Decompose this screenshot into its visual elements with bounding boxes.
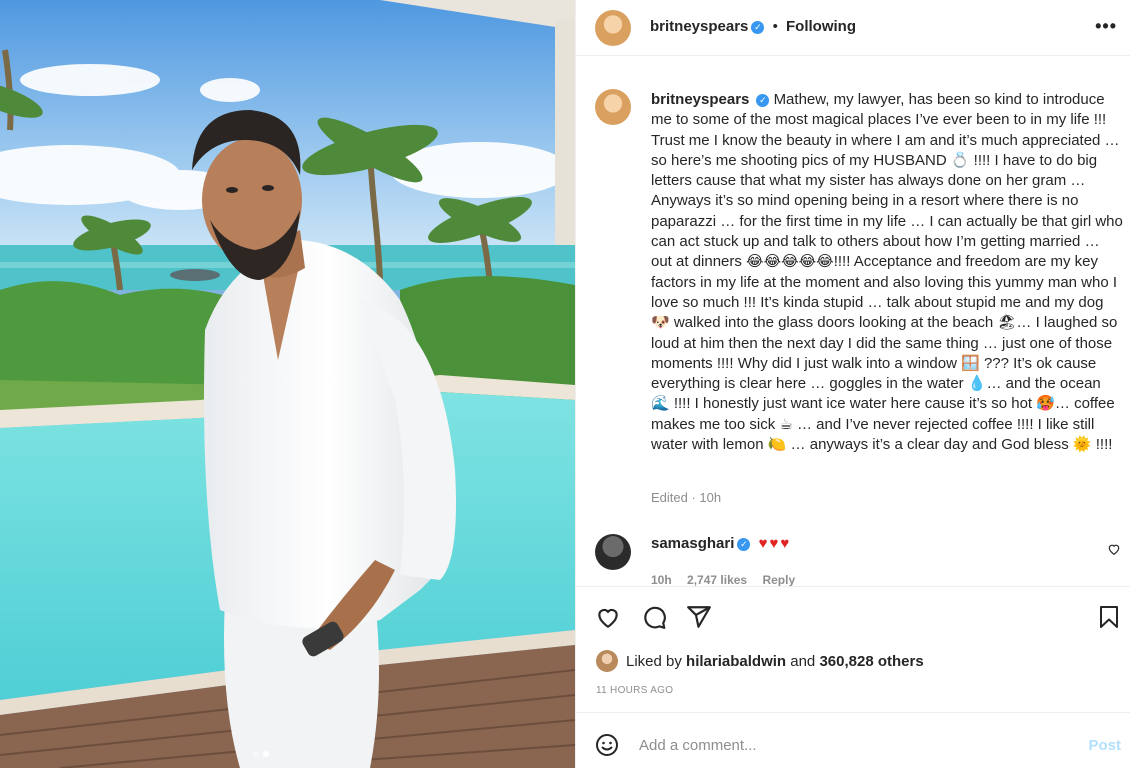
- post-photo[interactable]: [0, 0, 575, 768]
- share-icon[interactable]: [686, 604, 712, 630]
- photo-image: [0, 0, 575, 768]
- post-panel: britneyspears ✓ • Following ••• britneysp…: [575, 0, 1130, 768]
- reply-username[interactable]: samasghari: [651, 535, 734, 552]
- carousel-dot: [253, 751, 259, 757]
- bookmark-icon[interactable]: [1097, 604, 1121, 630]
- likes-summary: Liked by hilariabaldwin and 360,828 othe…: [596, 650, 924, 672]
- following-button[interactable]: Following: [786, 18, 856, 35]
- caption-text: Mathew, my lawyer, has been so kind to i…: [651, 91, 1128, 454]
- caption: britneyspears ✓ Mathew, my lawyer, has be…: [651, 90, 1123, 455]
- verified-icon: ✓: [756, 94, 770, 107]
- caption-avatar[interactable]: [595, 89, 631, 125]
- verified-icon: ✓: [737, 538, 751, 551]
- comment-input[interactable]: [639, 733, 1059, 757]
- carousel-indicator: [253, 751, 269, 757]
- comments-area[interactable]: britneyspears ✓ Mathew, my lawyer, has be…: [576, 57, 1130, 586]
- post-button[interactable]: Post: [1088, 737, 1121, 754]
- heart-icon[interactable]: [595, 604, 621, 630]
- carousel-dot-active: [263, 751, 269, 757]
- reply-text: ♥♥♥: [758, 535, 792, 552]
- reply-time: 10h: [651, 573, 672, 586]
- comment-like-heart-icon[interactable]: [1107, 542, 1121, 556]
- likes-prefix: Liked by: [626, 653, 682, 670]
- add-comment-bar: Post: [576, 712, 1130, 768]
- more-options-icon[interactable]: •••: [1095, 16, 1117, 37]
- caption-username[interactable]: britneyspears: [651, 91, 749, 108]
- author-username[interactable]: britneyspears: [650, 18, 748, 35]
- likes-count[interactable]: 360,828 others: [819, 653, 923, 670]
- reply-likes[interactable]: 2,747 likes: [687, 573, 747, 586]
- reply-meta: 10h 2,747 likes Reply: [651, 573, 807, 586]
- post-header: britneyspears ✓ • Following •••: [576, 0, 1130, 56]
- reply-avatar[interactable]: [595, 534, 631, 570]
- edited-timestamp: Edited · 10h: [651, 490, 722, 505]
- emoji-icon[interactable]: [595, 733, 619, 757]
- liker-avatar[interactable]: [596, 650, 618, 672]
- author-line: britneyspears ✓ • Following: [650, 18, 856, 35]
- author-avatar[interactable]: [595, 10, 631, 46]
- liker-username[interactable]: hilariabaldwin: [686, 653, 786, 670]
- verified-icon: ✓: [751, 21, 765, 34]
- action-bar: [576, 586, 1130, 646]
- comment-icon[interactable]: [641, 604, 667, 630]
- post-timestamp[interactable]: 11 HOURS AGO: [596, 685, 673, 696]
- reply-button[interactable]: Reply: [762, 573, 795, 586]
- likes-middle: and: [790, 653, 816, 670]
- separator-dot: •: [772, 18, 778, 35]
- reply-comment: samasghari ✓ ♥♥♥: [651, 535, 791, 552]
